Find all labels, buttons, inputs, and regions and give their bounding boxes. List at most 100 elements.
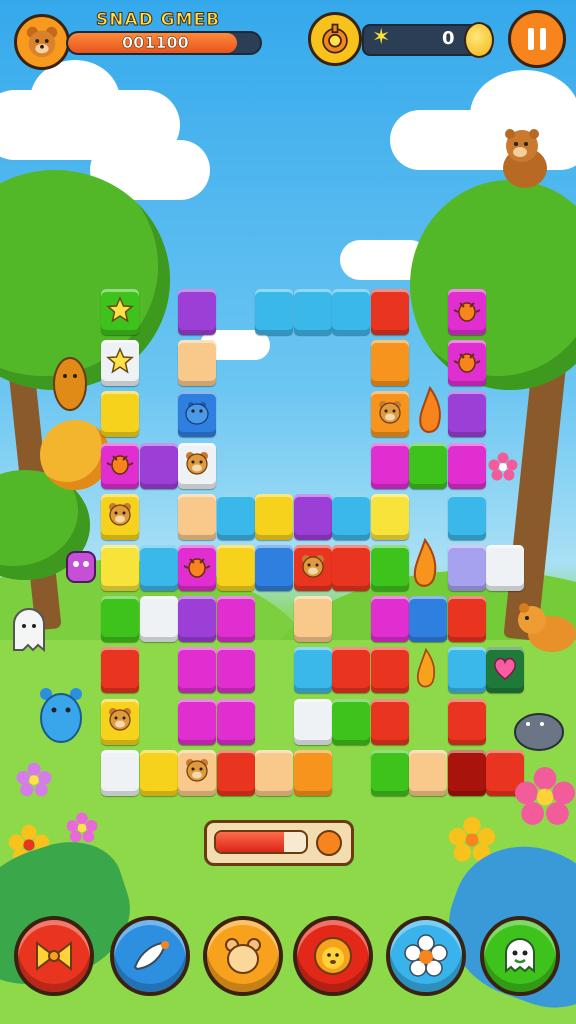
board-tile[interactable] xyxy=(101,493,139,540)
blue-creature-icon xyxy=(40,688,82,743)
feather-icon xyxy=(127,933,173,979)
board-tile[interactable] xyxy=(178,647,216,694)
board-tile[interactable] xyxy=(178,545,216,591)
board-tile[interactable] xyxy=(178,749,216,796)
hippo-icon xyxy=(182,397,212,432)
power-meter-knob[interactable] xyxy=(316,830,342,856)
board-tile[interactable] xyxy=(332,698,370,745)
fire-icon xyxy=(413,538,437,587)
board-tile[interactable] xyxy=(370,545,409,591)
fire-icon xyxy=(416,648,436,688)
board-tile[interactable] xyxy=(332,493,370,540)
board-tile[interactable] xyxy=(447,391,486,438)
bug-icon xyxy=(452,346,482,381)
board-tile[interactable] xyxy=(370,647,409,694)
board-tile[interactable] xyxy=(447,289,486,335)
ghost-icon xyxy=(497,933,543,979)
board-tile[interactable] xyxy=(370,391,409,438)
board-tile[interactable] xyxy=(216,596,255,643)
ghost-critter-icon xyxy=(13,608,45,652)
grey-hippo-icon xyxy=(514,713,564,751)
board-tile[interactable] xyxy=(370,442,409,489)
board-tile[interactable] xyxy=(178,442,216,489)
board-tile[interactable] xyxy=(486,545,524,591)
board-tile[interactable] xyxy=(101,647,139,694)
lion-button[interactable] xyxy=(293,916,373,996)
board-tile[interactable] xyxy=(101,749,139,796)
board-tile[interactable] xyxy=(101,289,139,335)
board-tile[interactable] xyxy=(139,596,178,643)
board-tile[interactable] xyxy=(216,493,255,540)
board-tile[interactable] xyxy=(178,493,216,540)
board-tile[interactable] xyxy=(447,545,486,591)
bear-icon xyxy=(105,704,135,739)
board-tile[interactable] xyxy=(139,442,178,489)
board-tile[interactable] xyxy=(293,647,332,694)
lion-icon xyxy=(310,933,356,979)
bear-icon xyxy=(182,755,212,790)
board-tile[interactable] xyxy=(409,596,447,643)
board-tile[interactable] xyxy=(216,545,255,591)
board-tile[interactable] xyxy=(447,647,486,694)
board-tile[interactable] xyxy=(293,289,332,335)
board-tile[interactable] xyxy=(447,442,486,489)
board-tile[interactable] xyxy=(370,493,409,540)
bear-head-button[interactable] xyxy=(203,916,283,996)
board-tile[interactable] xyxy=(370,698,409,745)
board-tile[interactable] xyxy=(293,749,332,796)
board-tile[interactable] xyxy=(178,596,216,643)
board-tile[interactable] xyxy=(216,647,255,694)
board-tile[interactable] xyxy=(255,289,293,335)
board-tile[interactable] xyxy=(293,596,332,643)
flower-icon xyxy=(16,762,52,797)
bug-icon xyxy=(452,295,482,330)
board-tile[interactable] xyxy=(293,545,332,591)
board-tile[interactable] xyxy=(370,596,409,643)
board-tile[interactable] xyxy=(447,596,486,643)
board-tile[interactable] xyxy=(332,289,370,335)
board-tile[interactable] xyxy=(293,493,332,540)
board-tile[interactable] xyxy=(370,289,409,335)
board-tile[interactable] xyxy=(101,340,139,387)
flower-icon xyxy=(403,933,449,979)
board-tile[interactable] xyxy=(101,596,139,643)
board-tile[interactable] xyxy=(101,698,139,745)
board-tile[interactable] xyxy=(409,442,447,489)
feather-button[interactable] xyxy=(110,916,190,996)
board-tile[interactable] xyxy=(447,340,486,387)
board-tile[interactable] xyxy=(178,391,216,438)
board-tile[interactable] xyxy=(178,698,216,745)
board-tile[interactable] xyxy=(332,647,370,694)
board-tile[interactable] xyxy=(255,545,293,591)
board-tile[interactable] xyxy=(101,391,139,438)
bow-button[interactable] xyxy=(14,916,94,996)
bug-icon xyxy=(182,551,212,586)
board-tile[interactable] xyxy=(178,289,216,335)
flower-icon xyxy=(66,812,98,843)
flower-icon xyxy=(515,767,575,825)
board-tile[interactable] xyxy=(139,749,178,796)
board-tile[interactable] xyxy=(101,442,139,489)
board-tile[interactable] xyxy=(447,698,486,745)
board-tile[interactable] xyxy=(447,493,486,540)
board-tile[interactable] xyxy=(255,749,293,796)
board-tile[interactable] xyxy=(216,698,255,745)
fire-icon xyxy=(419,386,441,433)
board-tile[interactable] xyxy=(332,545,370,591)
board-tile[interactable] xyxy=(293,698,332,745)
flower-button[interactable] xyxy=(386,916,466,996)
ghost-button[interactable] xyxy=(480,916,560,996)
board-tile[interactable] xyxy=(447,749,486,796)
board-tile[interactable] xyxy=(370,340,409,387)
board-tile[interactable] xyxy=(101,545,139,591)
board-tile[interactable] xyxy=(370,749,409,796)
board-tile[interactable] xyxy=(255,493,293,540)
board-tile[interactable] xyxy=(139,545,178,591)
board-tile[interactable] xyxy=(409,749,447,796)
board-tile[interactable] xyxy=(178,340,216,387)
squirrel-icon xyxy=(53,357,87,411)
board-tile[interactable] xyxy=(216,749,255,796)
bear-on-tree-icon xyxy=(503,129,547,188)
bow-icon xyxy=(31,933,77,979)
bear-icon xyxy=(375,397,405,432)
